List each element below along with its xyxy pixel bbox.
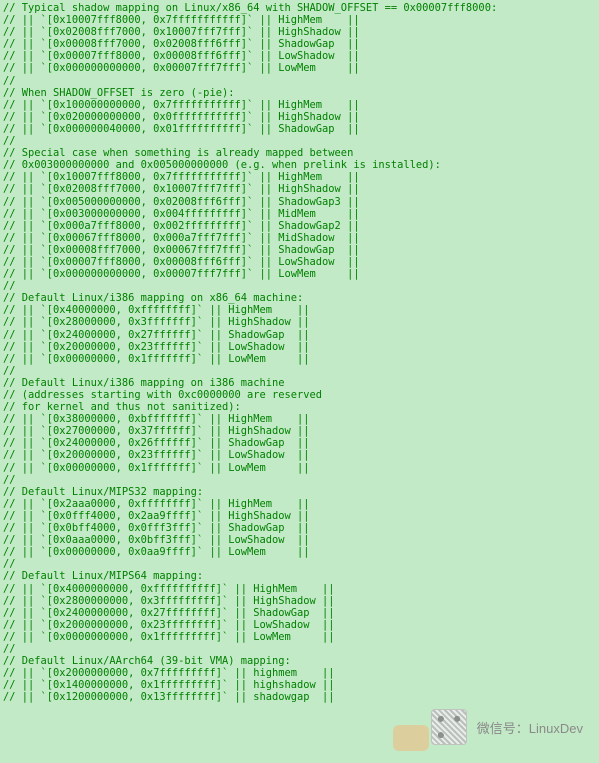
wechat-watermark: 微信号：LinuxDev	[431, 709, 583, 745]
wechat-handle: LinuxDev	[529, 721, 583, 736]
scroll-hint-highlight	[393, 725, 429, 751]
wechat-text: 微信号：LinuxDev	[477, 718, 583, 737]
wechat-label: 微信号：	[477, 721, 529, 736]
qr-code-icon	[431, 709, 467, 745]
source-code: // Typical shadow mapping on Linux/x86_6…	[0, 0, 599, 703]
